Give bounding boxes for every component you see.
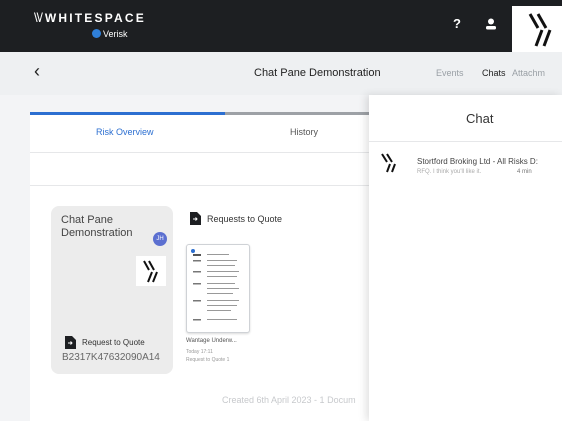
tab-history[interactable]: History [290,127,318,137]
chat-pane [369,95,562,421]
account-logo[interactable] [512,6,562,52]
created-footer: Created 6th April 2023 - 1 Docum [222,395,356,405]
tile-logo-icon [136,256,166,286]
whitespace-mark-icon: \\/ [34,10,43,25]
nav-events[interactable]: Events [436,68,464,78]
document-thumbnail[interactable] [186,244,250,333]
page-title: Chat Pane Demonstration [254,67,381,79]
document-name: Wantage Underw... [186,338,237,344]
divider [30,152,372,153]
conversation-title: Stortford Broking Ltd - All Risks D: [417,157,538,166]
whitespace-logo-icon [528,13,552,47]
nav-chats[interactable]: Chats [482,68,506,78]
divider [369,141,562,142]
requests-to-quote-heading: Requests to Quote [207,214,283,224]
avatar: JH [153,232,167,246]
tab-track [225,112,372,115]
document-time: Today 17:11 [186,349,213,355]
request-to-quote-icon [65,336,76,349]
active-tab-indicator [30,112,225,115]
divider [30,185,372,186]
tab-risk-overview[interactable]: Risk Overview [96,127,154,137]
verisk-logo: Verisk [92,29,128,39]
tile-title: Chat Pane Demonstration [61,214,133,239]
conversation-time: 4 min [517,169,532,175]
back-button[interactable]: ‹ [34,61,40,82]
conversation-preview: RFQ. I think you'll like it. [417,169,482,175]
requests-to-quote-icon [190,212,201,225]
help-button[interactable]: ? [453,16,461,31]
request-to-quote-label: Request to Quote [82,338,145,347]
document-subtitle: Request to Quote 1 [186,357,230,363]
nav-attachments[interactable]: Attachm [512,68,545,78]
verisk-icon [92,29,101,38]
user-icon[interactable] [484,17,498,31]
whitespace-logo-icon [381,153,396,173]
chat-title: Chat [466,111,494,126]
risk-reference: B2317K47632090A14 [62,352,160,363]
document-preview-icon [191,249,239,321]
top-bar [0,0,562,52]
brand-logo[interactable]: \\/WHITESPACE [34,10,146,25]
